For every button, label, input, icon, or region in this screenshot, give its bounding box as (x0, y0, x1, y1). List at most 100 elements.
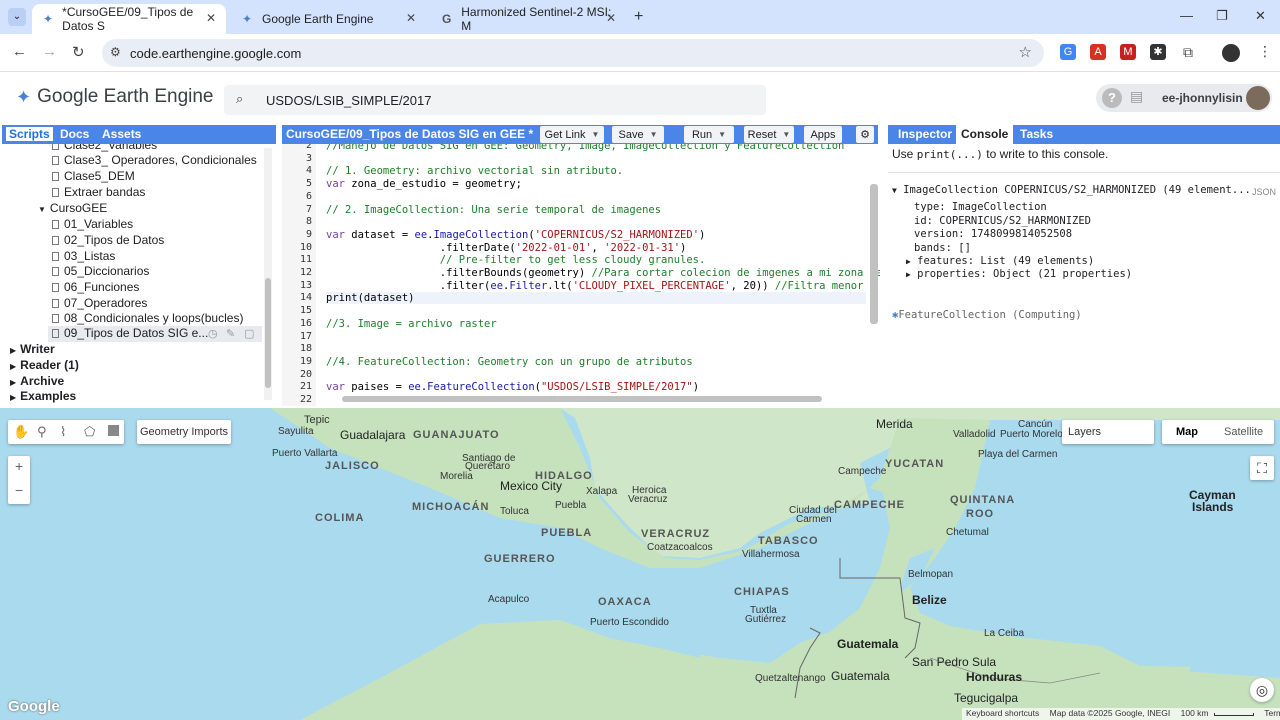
browser-menu-icon[interactable]: ⋮ (1258, 43, 1272, 60)
draw-line-icon[interactable]: ⌇ (60, 424, 66, 440)
script-item-selected[interactable]: 09_Tipos de Datos SIG e... ◷ ✎ ▢ (48, 326, 262, 342)
group-archive[interactable]: ▶ Archive (10, 374, 64, 388)
user-avatar[interactable] (1246, 86, 1270, 110)
search-input[interactable]: ⌕ USDOS/LSIB_SIMPLE/2017 (224, 85, 766, 115)
script-item[interactable]: 07_Operadores (52, 296, 147, 310)
feedback-icon[interactable]: ▤ (1130, 88, 1143, 105)
map-canvas[interactable]: Tepic Sayulita Guadalajara GUANAJUATO Pu… (0, 408, 1280, 720)
apps-button[interactable]: Apps (804, 126, 842, 143)
close-window-icon[interactable]: ✕ (1255, 8, 1266, 24)
draw-rectangle-icon[interactable] (108, 425, 119, 436)
script-item[interactable]: Clase2_Variables (52, 144, 157, 152)
group-writer[interactable]: ▶ Writer (10, 342, 55, 356)
new-tab-icon[interactable]: + (634, 8, 643, 26)
code-line[interactable]: print(dataset) (326, 292, 866, 305)
hand-pan-icon[interactable]: ✋ (13, 424, 29, 440)
code-line[interactable]: var dataset = ee.ImageCollection('COPERN… (326, 229, 705, 241)
editor-horizontal-scrollbar[interactable] (342, 396, 822, 402)
script-item[interactable]: 03_Listas (52, 249, 115, 263)
tab-docs[interactable]: Docs (60, 127, 89, 141)
site-info-icon[interactable]: ⚙ (110, 45, 121, 59)
script-item[interactable]: 08_Condicionales y loops(bucles) (52, 311, 243, 325)
properties-row[interactable]: ▶ properties: Object (21 properties) (906, 268, 1132, 280)
code-editor[interactable]: 2 3 4 5 6 7 8 9 10 11 12 13 14 15 16 17 18 19 20 21 22 //Man… (282, 144, 880, 406)
close-tab-icon[interactable]: ✕ (406, 11, 416, 25)
extensions-puzzle-icon[interactable]: ⧉ (1180, 44, 1196, 60)
script-item[interactable]: 06_Funciones (52, 280, 139, 294)
minimize-icon[interactable]: — (1180, 8, 1193, 23)
mendeley-extension-icon[interactable]: M (1120, 44, 1136, 60)
reload-icon[interactable]: ↻ (72, 43, 85, 61)
code-line[interactable]: .filter(ee.Filter.lt('CLOUDY_PIXEL_PERCE… (326, 280, 880, 292)
forward-icon[interactable]: → (42, 43, 57, 60)
run-button[interactable]: Run ▼ (684, 126, 734, 143)
tab-console[interactable]: Console (956, 125, 1014, 144)
tab-search-button[interactable]: ⌄ (8, 8, 26, 26)
fullscreen-icon[interactable]: ⛶ (1250, 456, 1274, 480)
rename-icon[interactable]: ✎ (226, 327, 235, 340)
tab-cursogee[interactable]: ✦ *CursoGEE/09_Tipos de Datos S ✕ (32, 4, 226, 34)
pdf-extension-icon[interactable]: A (1090, 44, 1106, 60)
code-line[interactable]: var paises = ee.FeatureCollection("USDOS… (326, 381, 699, 393)
back-icon[interactable]: ← (12, 43, 27, 60)
script-item[interactable]: 01_Variables (52, 217, 133, 231)
settings-gear-icon[interactable]: ⚙ (856, 126, 874, 143)
editor-scrollbar-thumb[interactable] (870, 184, 878, 324)
code-line[interactable]: var zona_de_estudio = geometry; (326, 178, 522, 190)
gee-logo[interactable]: ✦ Google Earth Engine (16, 86, 214, 108)
reset-button[interactable]: Reset ▼ (744, 126, 794, 143)
my-location-icon[interactable]: ◎ (1250, 678, 1274, 702)
layers-dropdown[interactable]: Layers (1062, 420, 1154, 444)
translate-extension-icon[interactable]: G (1060, 44, 1076, 60)
bookmark-star-icon[interactable]: ☆ (1019, 43, 1032, 61)
code-line[interactable]: // 2. ImageCollection: Una serie tempora… (326, 204, 661, 216)
keyboard-shortcuts-link[interactable]: Keyboard shortcuts (966, 708, 1039, 718)
features-row[interactable]: ▶ features: List (49 elements) (906, 255, 1094, 267)
zoom-out-button[interactable]: − (15, 482, 23, 498)
address-bar[interactable]: ⚙ code.earthengine.google.com ☆ (102, 39, 1044, 67)
save-button[interactable]: Save ▼ (612, 126, 664, 143)
group-examples[interactable]: ▶ Examples (10, 389, 76, 403)
group-reader[interactable]: ▶ Reader (1) (10, 358, 79, 372)
tab-tasks[interactable]: Tasks (1020, 127, 1053, 141)
tree-scrollbar[interactable] (264, 148, 272, 400)
folder-item[interactable]: ▼ CursoGEE (38, 201, 107, 215)
add-marker-icon[interactable]: ⚲ (37, 424, 47, 440)
tab-google-earth-engine[interactable]: ✦ Google Earth Engine ✕ (230, 4, 426, 34)
zoom-in-button[interactable]: + (15, 458, 23, 474)
tree-scrollbar-thumb[interactable] (265, 278, 271, 388)
code-line[interactable]: //Manejo de Datos SIG en GEE: Geometry, … (326, 144, 844, 152)
draw-shape-icon[interactable]: ⬠ (84, 424, 95, 440)
terms-link[interactable]: Terms (1264, 708, 1280, 718)
code-line[interactable]: //3. Image = archivo raster (326, 318, 497, 330)
tab-harmonized-sentinel[interactable]: G Harmonized Sentinel-2 MSI: M ✕ (430, 4, 626, 34)
tab-assets[interactable]: Assets (102, 127, 141, 141)
script-item[interactable]: Clase5_DEM (52, 169, 135, 183)
history-icon[interactable]: ◷ (208, 327, 218, 340)
script-item[interactable]: 02_Tipos de Datos (52, 233, 164, 247)
maximize-icon[interactable]: ❐ (1216, 8, 1228, 24)
code-line[interactable]: //4. FeatureCollection: Geometry con un … (326, 356, 693, 368)
get-link-button[interactable]: Get Link ▼ (540, 126, 604, 143)
extension-icon[interactable]: ✱ (1150, 44, 1166, 60)
delete-icon[interactable]: ▢ (244, 327, 254, 340)
help-icon[interactable]: ? (1102, 88, 1122, 108)
map-type-map[interactable]: Map (1176, 426, 1198, 438)
script-item[interactable]: 05_Diccionarios (52, 264, 149, 278)
close-tab-icon[interactable]: ✕ (206, 11, 216, 25)
script-item[interactable]: Extraer bandas (52, 185, 145, 199)
profile-avatar[interactable] (1222, 44, 1240, 62)
map-type-satellite[interactable]: Satellite (1224, 426, 1263, 438)
geometry-imports-button[interactable]: Geometry Imports (137, 420, 231, 444)
json-link[interactable]: JSON (1252, 187, 1276, 197)
code-line[interactable]: // Pre-filter to get less cloudy granule… (326, 254, 706, 266)
user-account-chip[interactable]: ? ▤ ee-jhonnylisin (1096, 84, 1272, 112)
console-output-imagecollection[interactable]: ▼ ImageCollection COPERNICUS/S2_HARMONIZ… (892, 184, 1251, 196)
code-line[interactable]: .filterBounds(geometry) //Para cortar co… (326, 267, 880, 279)
tab-scripts[interactable]: Scripts (6, 127, 53, 141)
code-line[interactable]: .filterDate('2022-01-01', '2022-01-31') (326, 242, 687, 254)
code-line[interactable]: // 1. Geometry: archivo vectorial sin at… (326, 165, 623, 177)
close-tab-icon[interactable]: ✕ (606, 11, 616, 25)
tab-inspector[interactable]: Inspector (898, 127, 952, 141)
script-item[interactable]: Clase3_ Operadores, Condicionales (52, 153, 257, 167)
